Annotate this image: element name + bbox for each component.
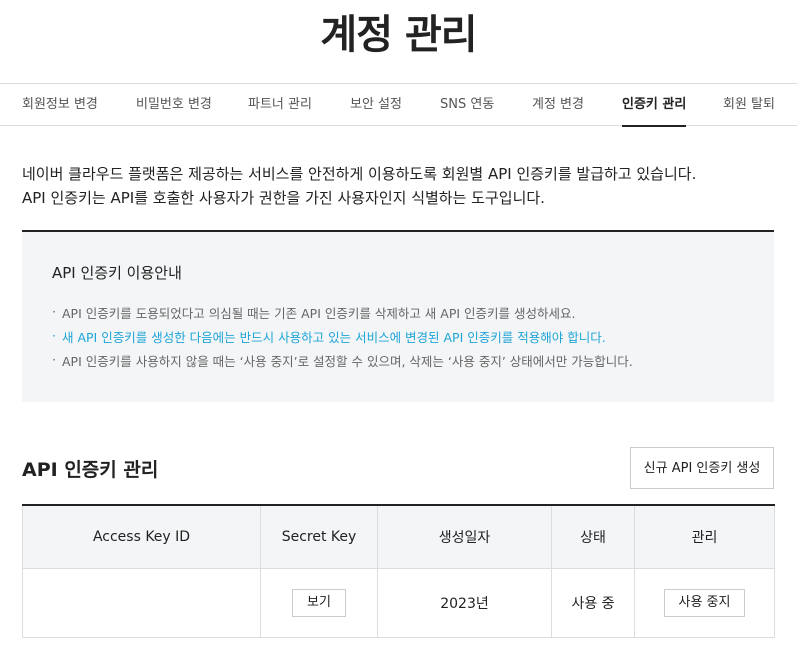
tab-partner[interactable]: 파트너 관리 xyxy=(248,84,312,126)
manage-cell: 사용 중지 xyxy=(634,568,775,638)
section-title: API 인증키 관리 xyxy=(22,459,159,481)
tab-sns[interactable]: SNS 연동 xyxy=(440,84,494,126)
secret-key-cell: 보기 xyxy=(260,568,378,638)
api-key-table: Access Key ID Secret Key 생성일자 상태 관리 보기 2… xyxy=(22,504,775,638)
tab-account-change[interactable]: 계정 변경 xyxy=(532,84,584,126)
column-header-access-key-id: Access Key ID xyxy=(22,504,261,569)
disable-key-button[interactable]: 사용 중지 xyxy=(663,589,746,617)
show-secret-button[interactable]: 보기 xyxy=(292,589,346,617)
column-header-status: 상태 xyxy=(551,504,635,569)
column-header-manage: 관리 xyxy=(634,504,775,569)
tab-withdraw[interactable]: 회원 탈퇴 xyxy=(723,84,775,126)
access-key-id-cell xyxy=(22,568,261,638)
status-cell: 사용 중 xyxy=(551,568,635,638)
new-api-key-button[interactable]: 신규 API 인증키 생성 xyxy=(630,447,774,489)
intro-line: API 인증키는 API를 호출한 사용자가 권한을 가진 사용자인지 식별하는… xyxy=(22,189,545,207)
created-date-cell: 2023년 xyxy=(377,568,552,638)
account-tabs: 회원정보 변경 비밀번호 변경 파트너 관리 보안 설정 SNS 연동 계정 변… xyxy=(0,83,797,127)
notice-box: API 인증키 이용안내 API 인증키를 도용되었다고 의심될 때는 기존 A… xyxy=(22,230,774,402)
tab-security[interactable]: 보안 설정 xyxy=(350,84,402,126)
tab-auth-key[interactable]: 인증키 관리 xyxy=(622,84,687,127)
column-header-secret-key: Secret Key xyxy=(260,504,378,569)
table-row: 보기 2023년 사용 중 사용 중지 xyxy=(22,568,775,638)
notice-item: API 인증키를 도용되었다고 의심될 때는 기존 API 인증키를 삭제하고 … xyxy=(52,300,633,326)
tab-password[interactable]: 비밀번호 변경 xyxy=(136,84,212,126)
column-header-created: 생성일자 xyxy=(377,504,552,569)
notice-item: API 인증키를 사용하지 않을 때는 ‘사용 중지’로 설정할 수 있으며, … xyxy=(52,348,633,374)
notice-item-highlight: 새 API 인증키를 생성한 다음에는 반드시 사용하고 있는 서비스에 변경된… xyxy=(52,324,633,350)
tab-member-info[interactable]: 회원정보 변경 xyxy=(22,84,98,126)
page-title: 계정 관리 xyxy=(320,12,477,58)
table-header-row: Access Key ID Secret Key 생성일자 상태 관리 xyxy=(22,504,775,569)
intro-text: 네이버 클라우드 플랫폼은 제공하는 서비스를 안전하게 이용하도록 회원별 A… xyxy=(22,162,696,210)
notice-title: API 인증키 이용안내 xyxy=(52,264,182,282)
notice-list: API 인증키를 도용되었다고 의심될 때는 기존 API 인증키를 삭제하고 … xyxy=(52,300,633,374)
intro-line: 네이버 클라우드 플랫폼은 제공하는 서비스를 안전하게 이용하도록 회원별 A… xyxy=(22,165,697,183)
